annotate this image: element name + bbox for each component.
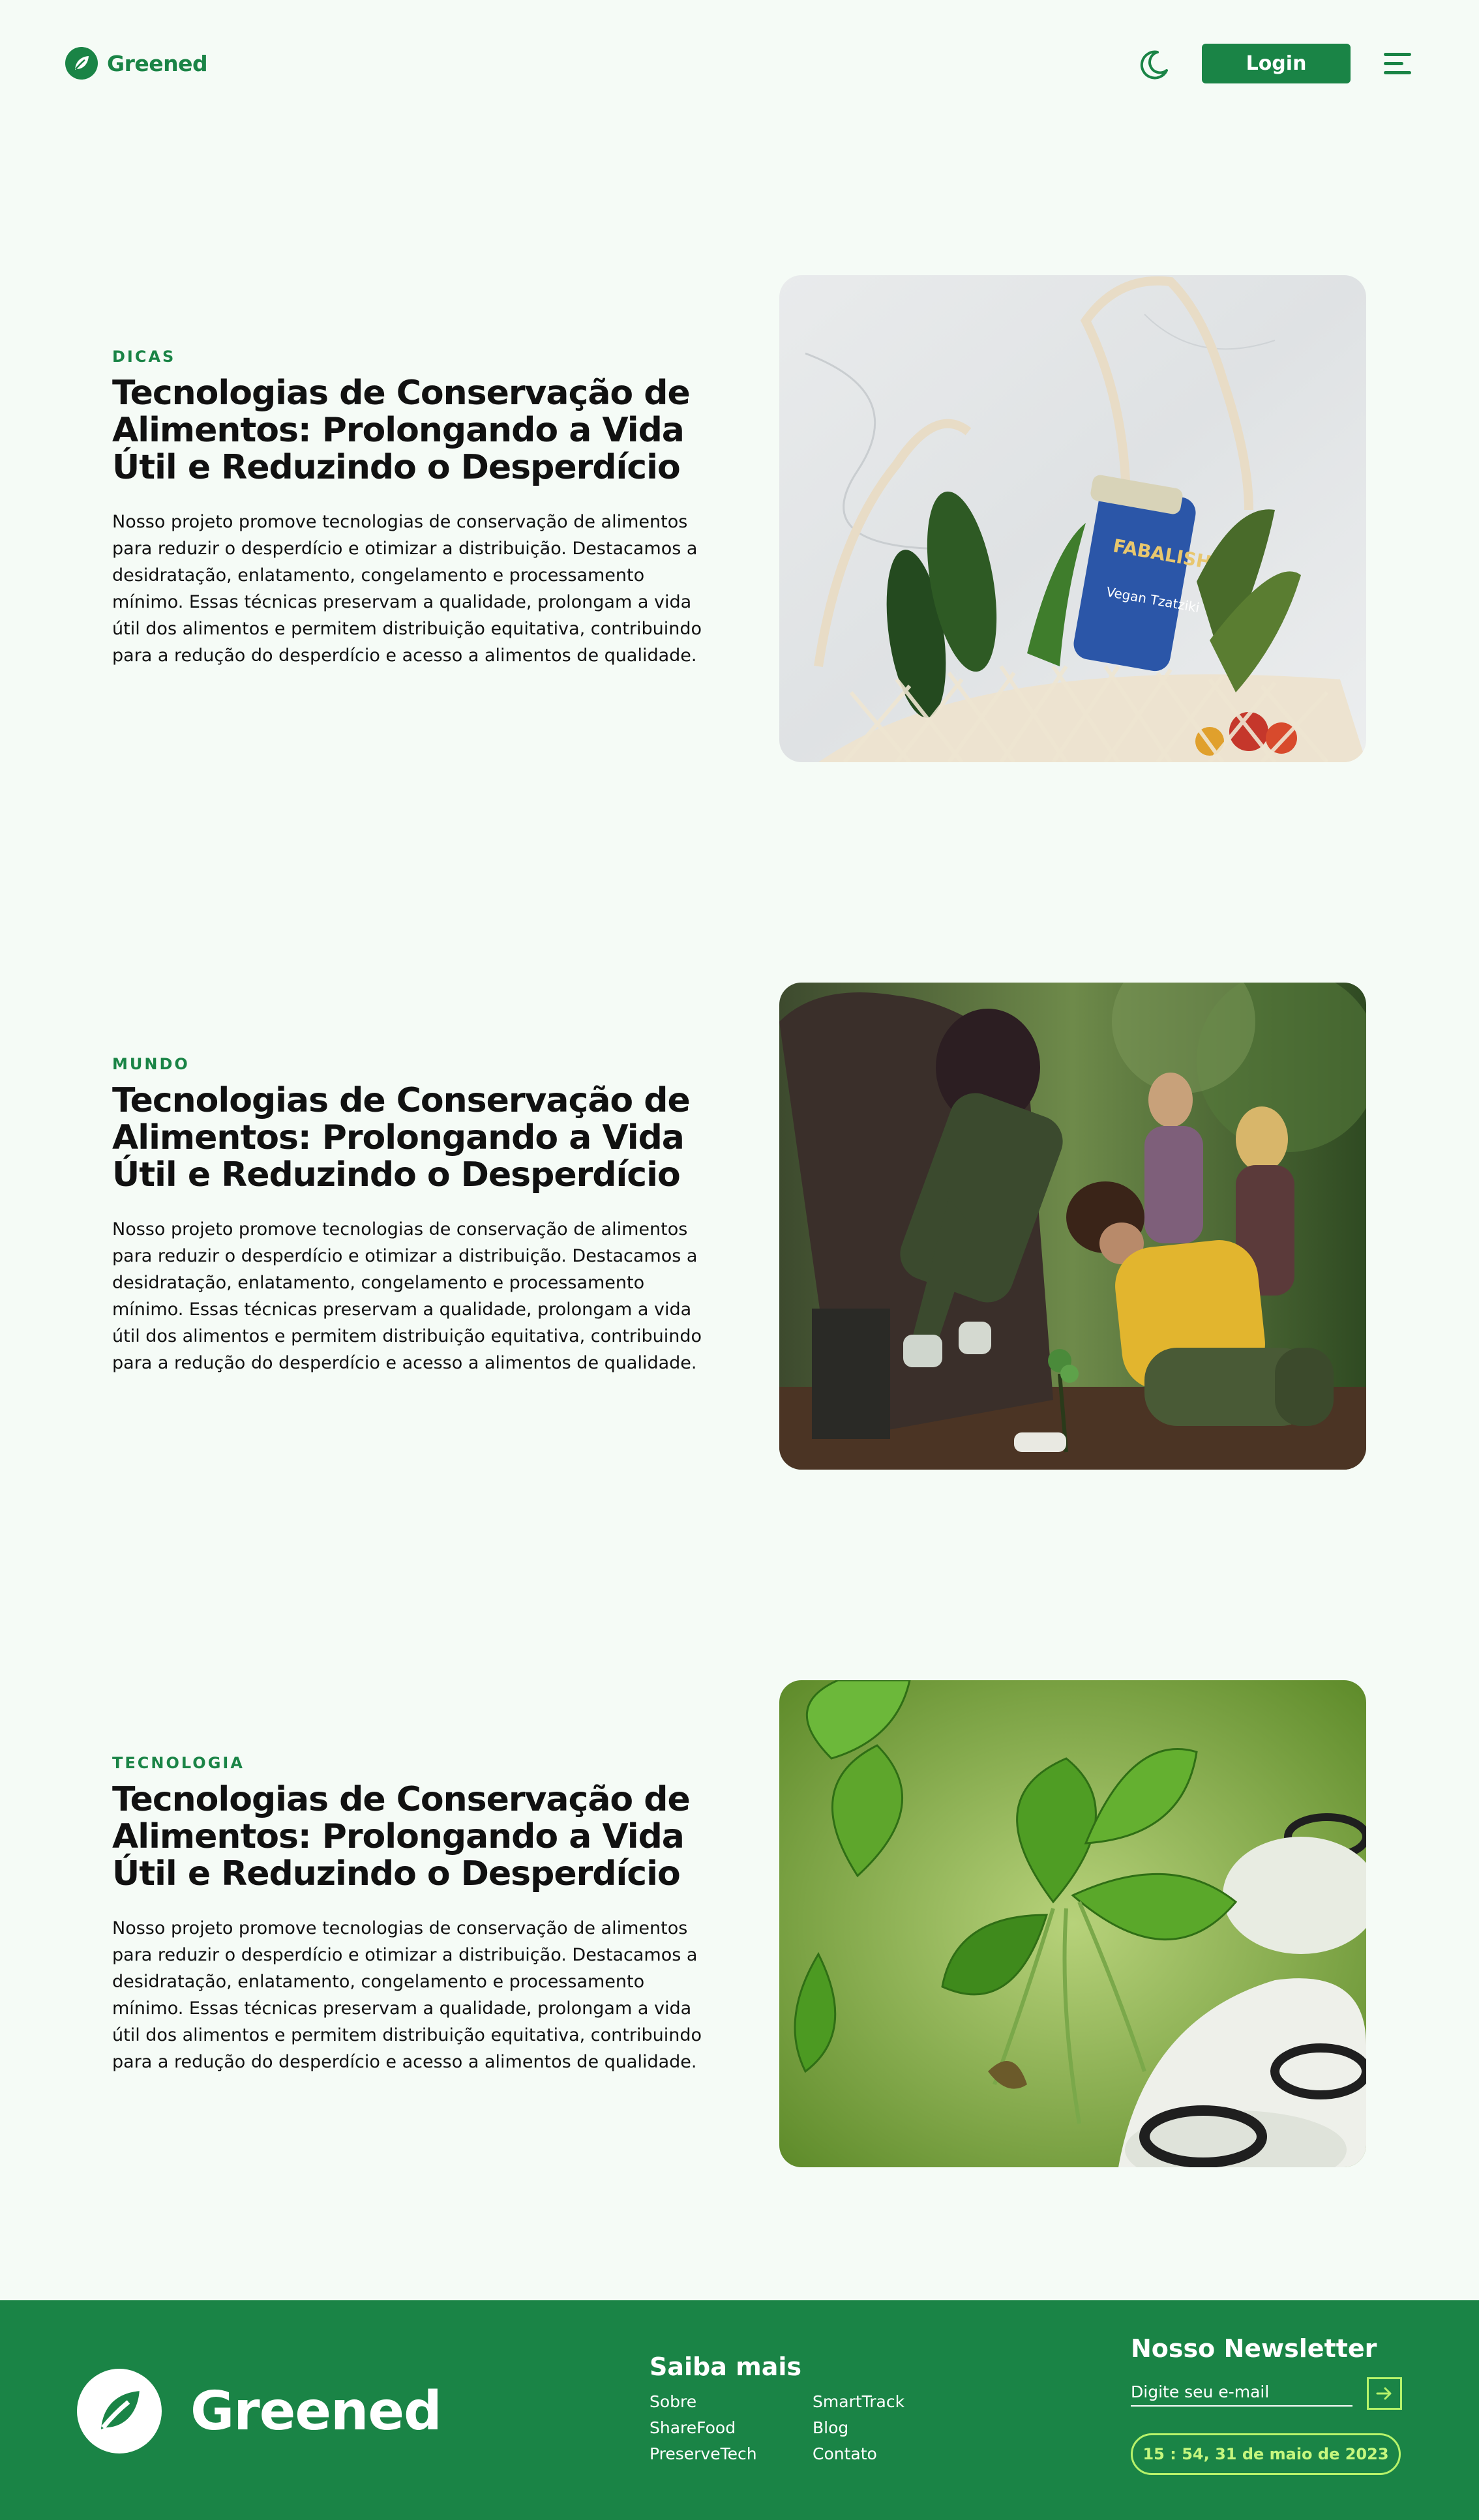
article-description: Nosso projeto promove tecnologias de con… <box>112 1219 702 1373</box>
newsletter-email-input[interactable] <box>1131 2380 1352 2407</box>
article-text: DICAS Tecnologias de Conservação de Alim… <box>112 348 719 669</box>
leaf-logo-icon <box>65 47 98 80</box>
article-image-hydroponic-plants[interactable] <box>779 1680 1366 2167</box>
article-text: MUNDO Tecnologias de Conservação de Alim… <box>112 1055 719 1376</box>
article-text: TECNOLOGIA Tecnologias de Conservação de… <box>112 1754 719 2075</box>
article-title[interactable]: Tecnologias de Conservação de Alimentos:… <box>112 1082 719 1194</box>
brand-logo[interactable]: Greened <box>65 47 208 80</box>
site-footer: Greened Saiba mais Sobre SmartTrack Shar… <box>0 2300 1479 2520</box>
login-button[interactable]: Login <box>1202 44 1351 83</box>
footer-link-contato[interactable]: Contato <box>813 2444 943 2465</box>
article-title[interactable]: Tecnologias de Conservação de Alimentos:… <box>112 375 719 486</box>
footer-link-smarttrack[interactable]: SmartTrack <box>813 2392 943 2412</box>
article-description: Nosso projeto promove tecnologias de con… <box>112 512 702 666</box>
article-image-tree-planting[interactable] <box>779 983 1366 1470</box>
footer-brand-logo[interactable]: Greened <box>77 2369 442 2453</box>
footer-links-title: Saiba mais <box>650 2352 801 2381</box>
newsletter-title: Nosso Newsletter <box>1131 2334 1377 2363</box>
article-title[interactable]: Tecnologias de Conservação de Alimentos:… <box>112 1781 719 1893</box>
article-image-food-bag[interactable]: FABALISH Vegan Tzatziki <box>779 275 1366 762</box>
article-category[interactable]: DICAS <box>112 348 719 366</box>
brand-name: Greened <box>107 50 208 76</box>
footer-link-preservetech[interactable]: PreserveTech <box>650 2444 813 2465</box>
newsletter: Nosso Newsletter 15 : 54, 31 de maio de … <box>1131 2334 1405 2475</box>
article-category[interactable]: TECNOLOGIA <box>112 1754 719 1772</box>
footer-link-sharefood[interactable]: ShareFood <box>650 2418 813 2438</box>
leaf-logo-icon <box>77 2369 162 2453</box>
article-category[interactable]: MUNDO <box>112 1055 719 1073</box>
footer-links: Saiba mais Sobre SmartTrack ShareFood Bl… <box>650 2352 943 2465</box>
moon-icon[interactable] <box>1136 47 1171 82</box>
arrow-right-icon <box>1376 2387 1392 2400</box>
datetime-badge: 15 : 54, 31 de maio de 2023 <box>1131 2433 1401 2475</box>
article-description: Nosso projeto promove tecnologias de con… <box>112 1918 702 2072</box>
footer-brand-name: Greened <box>190 2380 442 2442</box>
site-header: Greened Login <box>0 0 1479 130</box>
hamburger-menu-icon[interactable] <box>1382 51 1412 77</box>
footer-link-blog[interactable]: Blog <box>813 2418 943 2438</box>
footer-link-sobre[interactable]: Sobre <box>650 2392 813 2412</box>
newsletter-submit-button[interactable] <box>1367 2377 1402 2410</box>
